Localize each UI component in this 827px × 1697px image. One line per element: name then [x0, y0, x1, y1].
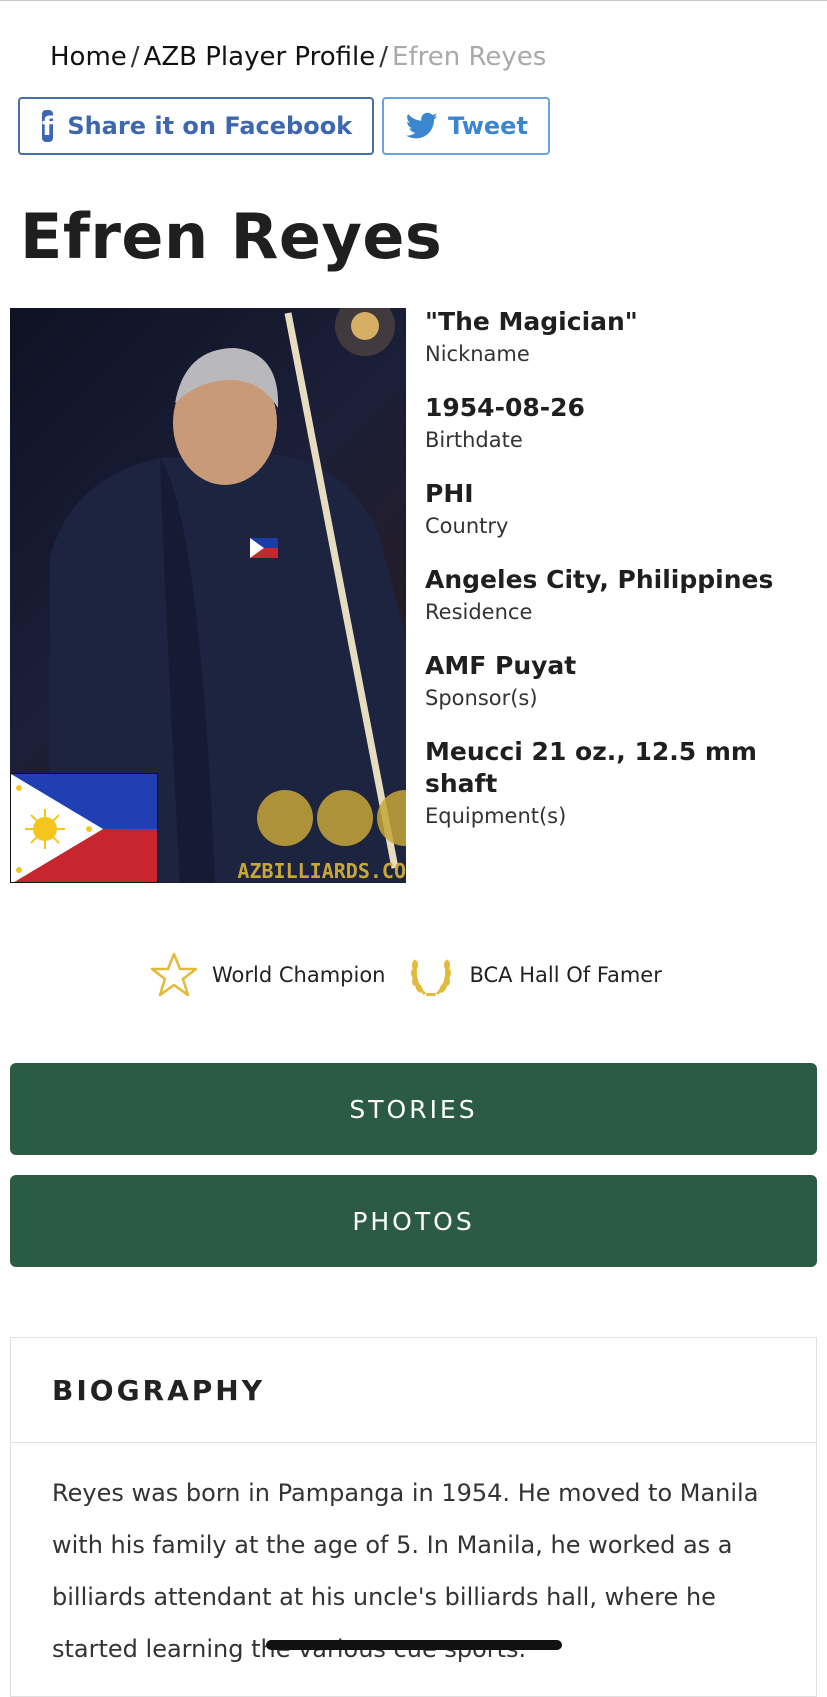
- fact-country: PHI Country: [425, 478, 820, 538]
- breadcrumb-separator: /: [379, 42, 389, 72]
- fact-label: Sponsor(s): [425, 686, 538, 710]
- fact-label: Nickname: [425, 342, 530, 366]
- breadcrumb-home-link[interactable]: Home: [50, 42, 127, 72]
- fact-birthdate: 1954-08-26 Birthdate: [425, 392, 820, 452]
- tweet-label: Tweet: [448, 112, 528, 140]
- badge-label: BCA Hall Of Famer: [469, 963, 662, 987]
- player-facts: "The Magician" Nickname 1954-08-26 Birth…: [425, 306, 820, 854]
- badge-world-champion: World Champion: [148, 950, 385, 1000]
- breadcrumb-player-profile-link[interactable]: AZB Player Profile: [144, 42, 376, 72]
- achievement-badges: World Champion BCA Hall Of Famer: [148, 950, 682, 1000]
- photo-watermark: AZBILLIARDS.CO: [237, 859, 406, 883]
- laurel-icon: [405, 950, 457, 1000]
- star-icon: [148, 950, 200, 1000]
- top-divider: [0, 0, 827, 1]
- fact-value: 1954-08-26: [425, 393, 585, 422]
- facebook-icon: f: [42, 110, 54, 142]
- fact-label: Equipment(s): [425, 804, 567, 828]
- fact-value: Angeles City, Philippines: [425, 565, 774, 594]
- photos-button[interactable]: PHOTOS: [10, 1175, 817, 1267]
- breadcrumb: Home / AZB Player Profile / Efren Reyes: [50, 42, 546, 72]
- home-indicator[interactable]: [266, 1640, 562, 1650]
- breadcrumb-separator: /: [130, 42, 140, 72]
- share-facebook-button[interactable]: f Share it on Facebook: [18, 97, 374, 155]
- fact-value: Meucci 21 oz., 12.5 mm shaft: [425, 737, 757, 798]
- country-flag: [10, 773, 158, 883]
- fact-residence: Angeles City, Philippines Residence: [425, 564, 820, 624]
- page-title: Efren Reyes: [20, 200, 443, 273]
- share-buttons: f Share it on Facebook Tweet: [18, 97, 550, 155]
- stories-button[interactable]: STORIES: [10, 1063, 817, 1155]
- share-facebook-label: Share it on Facebook: [67, 112, 353, 140]
- biography-title: BIOGRAPHY: [11, 1338, 816, 1443]
- breadcrumb-current: Efren Reyes: [392, 42, 547, 72]
- fact-sponsors: AMF Puyat Sponsor(s): [425, 650, 820, 710]
- fact-value: AMF Puyat: [425, 651, 577, 680]
- fact-label: Residence: [425, 600, 533, 624]
- badge-hall-of-famer: BCA Hall Of Famer: [405, 950, 662, 1000]
- fact-equipment: Meucci 21 oz., 12.5 mm shaft Equipment(s…: [425, 736, 820, 828]
- twitter-icon: [406, 112, 438, 140]
- fact-value: PHI: [425, 479, 474, 508]
- tweet-button[interactable]: Tweet: [382, 97, 550, 155]
- fact-nickname: "The Magician" Nickname: [425, 306, 820, 366]
- player-photo: AZBILLIARDS.CO: [10, 308, 406, 883]
- fact-value: "The Magician": [425, 307, 638, 336]
- fact-label: Birthdate: [425, 428, 523, 452]
- badge-label: World Champion: [212, 963, 386, 987]
- fact-label: Country: [425, 514, 509, 538]
